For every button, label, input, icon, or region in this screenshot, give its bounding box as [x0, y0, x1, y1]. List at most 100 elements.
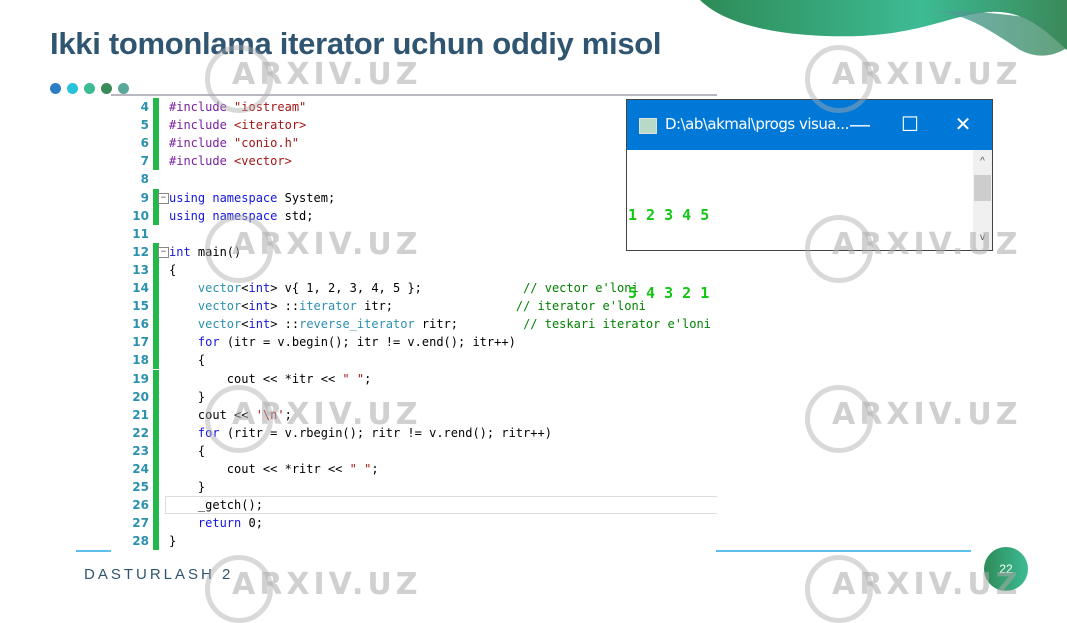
- code-text: vector<int> ::iterator itr; // iterator …: [197, 299, 646, 314]
- dot-1: [50, 83, 61, 94]
- footer-course-name: DASTURLASH 2: [84, 566, 234, 583]
- watermark-magnifier-icon: [805, 555, 873, 623]
- line-number: 24: [132, 462, 149, 476]
- slide-title: Ikki tomonlama iterator uchun oddiy miso…: [50, 26, 662, 61]
- code-text: }: [169, 389, 206, 404]
- change-marker: [153, 460, 159, 478]
- line-number: 23: [132, 443, 149, 458]
- change-marker: [153, 206, 159, 225]
- code-text: cout << '\n';: [169, 407, 292, 422]
- line-number: 21: [132, 407, 149, 422]
- code-line: 25 }: [111, 478, 717, 497]
- change-marker: [153, 98, 159, 116]
- change-marker: [153, 369, 159, 388]
- code-line: 19 cout << *itr << " ";: [111, 369, 717, 388]
- console-window: D:\ab\akmal\progs visua... — ☐ ✕ 1 2 3 4…: [626, 99, 993, 302]
- line-number: 19: [132, 371, 149, 386]
- line-number: 27: [132, 516, 149, 531]
- collapse-icon[interactable]: −: [158, 192, 169, 204]
- decorative-dots: [50, 83, 129, 94]
- change-marker: [153, 441, 159, 460]
- code-text: using namespace System;: [169, 190, 336, 205]
- change-marker: [153, 333, 159, 352]
- change-marker: [153, 152, 159, 171]
- close-button[interactable]: ✕: [945, 110, 981, 140]
- code-line: 21 cout << '\n';: [111, 405, 717, 424]
- console-output-line: 5 4 3 2 1: [628, 284, 710, 302]
- code-text: #include "iostream": [169, 100, 307, 114]
- console-title: D:\ab\akmal\progs visua...: [665, 115, 849, 133]
- change-marker: [153, 297, 159, 316]
- change-marker: [153, 315, 159, 334]
- line-number: 15: [132, 299, 149, 314]
- line-number: 5: [140, 118, 149, 133]
- line-number: 11: [132, 226, 149, 241]
- change-marker: [153, 423, 159, 442]
- watermark-magnifier-icon: [805, 385, 873, 453]
- maximize-button[interactable]: ☐: [892, 110, 928, 140]
- code-line: 27 return 0;: [111, 514, 717, 533]
- code-text: return 0;: [197, 516, 263, 531]
- line-number: 12: [132, 244, 149, 259]
- line-number: 26: [132, 498, 149, 513]
- line-number: 7: [140, 154, 149, 169]
- code-line: 23 {: [111, 441, 717, 460]
- change-marker: [153, 351, 159, 370]
- console-app-icon: [639, 118, 657, 134]
- scroll-down-icon[interactable]: v: [973, 232, 992, 243]
- code-text: vector<int> v{ 1, 2, 3, 4, 5 }; // vecto…: [197, 281, 639, 295]
- code-text: cout << *ritr << " ";: [169, 462, 379, 476]
- code-text: for (ritr = v.rbegin(); ritr != v.rend()…: [197, 425, 552, 440]
- console-scrollbar[interactable]: ^ v: [973, 150, 992, 250]
- code-line: 22 for (ritr = v.rbegin(); ritr != v.ren…: [111, 423, 717, 442]
- scroll-thumb[interactable]: [974, 175, 991, 201]
- code-text: {: [169, 353, 206, 368]
- dot-5: [118, 83, 129, 94]
- line-number: 6: [140, 136, 149, 151]
- code-text: using namespace std;: [169, 208, 314, 223]
- code-text: #include "conio.h": [169, 136, 300, 151]
- code-line: 20 }: [111, 387, 717, 406]
- change-marker: [153, 116, 159, 135]
- code-text: int main(): [169, 244, 242, 259]
- code-text: }: [169, 480, 206, 495]
- code-text: for (itr = v.begin(); itr != v.end(); it…: [197, 335, 516, 350]
- change-marker: [153, 387, 159, 406]
- console-output: 1 2 3 4 5 5 4 3 2 1: [627, 150, 973, 358]
- code-text: {: [169, 443, 206, 458]
- code-text: }: [169, 534, 177, 549]
- watermark: ARXIV.UZ: [232, 567, 422, 602]
- change-marker: [153, 405, 159, 424]
- line-number: 18: [132, 353, 149, 368]
- dot-2: [67, 83, 78, 94]
- line-number: 17: [132, 335, 149, 350]
- code-text: #include <vector>: [169, 154, 292, 169]
- dot-4: [101, 83, 112, 94]
- change-marker: [153, 134, 159, 153]
- footer-divider: [76, 550, 111, 552]
- line-number: 14: [132, 281, 149, 295]
- code-text: _getch();: [169, 498, 263, 513]
- console-output-line: 1 2 3 4 5: [628, 206, 710, 224]
- change-marker: [153, 532, 159, 551]
- page-number-badge: 22: [984, 547, 1028, 591]
- console-titlebar[interactable]: D:\ab\akmal\progs visua... — ☐ ✕: [627, 100, 992, 150]
- code-text: cout << *itr << " ";: [169, 371, 372, 386]
- line-number: 13: [132, 262, 149, 277]
- change-marker: [153, 496, 159, 515]
- line-number: 25: [132, 480, 149, 495]
- line-number: 20: [132, 389, 149, 404]
- code-line: 28}: [111, 532, 717, 551]
- code-line: 24 cout << *ritr << " ";: [111, 460, 717, 478]
- scroll-up-icon[interactable]: ^: [973, 156, 992, 167]
- code-text: #include <iterator>: [169, 118, 307, 133]
- collapse-icon[interactable]: −: [158, 246, 169, 258]
- line-number: 28: [132, 534, 149, 549]
- footer-divider: [716, 550, 971, 552]
- line-number: 4: [140, 100, 149, 114]
- line-number: 22: [132, 425, 149, 440]
- change-marker: [153, 478, 159, 497]
- change-marker: [153, 279, 159, 297]
- minimize-button[interactable]: —: [842, 110, 878, 140]
- change-marker: [153, 514, 159, 533]
